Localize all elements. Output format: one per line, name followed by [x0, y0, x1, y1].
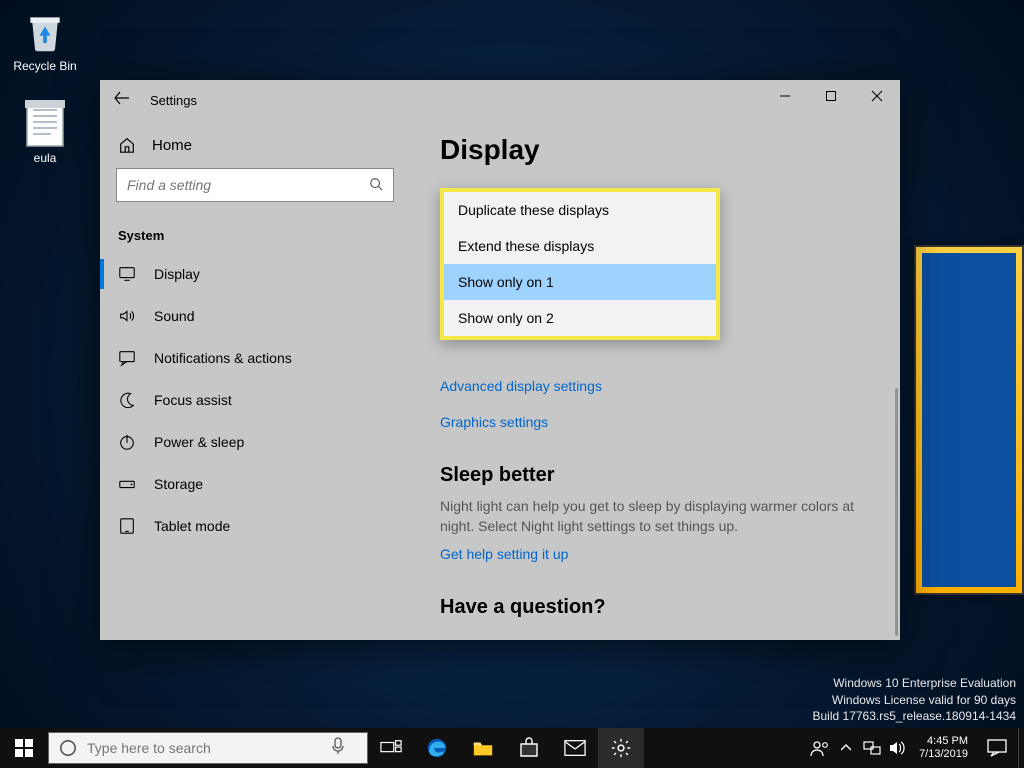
edge-icon	[426, 737, 448, 759]
settings-window: Settings Home System	[100, 80, 900, 640]
taskbar: 4:45 PM 7/13/2019	[0, 728, 1024, 768]
search-icon	[369, 177, 383, 194]
desktop-icon-eula[interactable]: eula	[10, 100, 80, 165]
show-desktop-button[interactable]	[1018, 728, 1024, 768]
sidebar-item-label: Storage	[154, 476, 203, 492]
home-icon	[118, 136, 136, 154]
window-titlebar: Settings	[100, 80, 900, 120]
background-monitor-peek	[914, 245, 1024, 595]
window-minimize-button[interactable]	[762, 80, 808, 112]
power-icon	[118, 433, 136, 451]
windows-logo-icon	[15, 739, 33, 757]
sidebar-item-label: Notifications & actions	[154, 350, 292, 366]
system-tray: 4:45 PM 7/13/2019	[807, 728, 1024, 768]
folder-icon	[472, 737, 494, 759]
sidebar-item-notifications[interactable]: Notifications & actions	[100, 337, 410, 379]
settings-search-box[interactable]	[116, 168, 394, 202]
settings-search-input[interactable]	[127, 177, 369, 193]
section-body-sleep-better: Night light can help you get to sleep by…	[440, 497, 860, 536]
sidebar-item-label: Tablet mode	[154, 518, 230, 534]
section-heading-sleep-better: Sleep better	[440, 464, 870, 487]
sidebar-item-label: Sound	[154, 308, 194, 324]
clock-time: 4:45 PM	[919, 735, 968, 748]
dropdown-option-show-only-1[interactable]: Show only on 1	[444, 264, 716, 300]
settings-main-panel: Display Duplicate these displays Extend …	[410, 120, 900, 640]
tray-overflow-button[interactable]	[833, 728, 859, 768]
moon-icon	[118, 391, 136, 409]
back-button[interactable]	[100, 90, 144, 111]
speaker-icon	[118, 307, 136, 325]
sidebar-item-focus-assist[interactable]: Focus assist	[100, 379, 410, 421]
desktop-icon-label: Recycle Bin	[10, 59, 80, 73]
dropdown-option-extend[interactable]: Extend these displays	[444, 228, 716, 264]
desktop-icon-recycle-bin[interactable]: Recycle Bin	[10, 8, 80, 73]
mic-icon[interactable]	[329, 737, 357, 760]
action-center-button[interactable]	[976, 728, 1018, 768]
window-close-button[interactable]	[854, 80, 900, 112]
tray-network-icon[interactable]	[859, 728, 885, 768]
text-file-icon	[21, 100, 69, 148]
watermark-line: Windows 10 Enterprise Evaluation	[813, 675, 1017, 691]
taskbar-app-edge[interactable]	[414, 728, 460, 768]
sidebar-item-label: Display	[154, 266, 200, 282]
taskbar-app-file-explorer[interactable]	[460, 728, 506, 768]
tray-volume-icon[interactable]	[885, 728, 911, 768]
taskbar-clock[interactable]: 4:45 PM 7/13/2019	[911, 735, 976, 760]
sidebar-home-label: Home	[152, 137, 192, 154]
monitor-icon	[118, 265, 136, 283]
clock-date: 7/13/2019	[919, 748, 968, 761]
watermark-line: Build 17763.rs5_release.180914-1434	[813, 708, 1017, 724]
sidebar-home[interactable]: Home	[100, 128, 410, 168]
sidebar-item-display[interactable]: Display	[100, 253, 410, 295]
window-maximize-button[interactable]	[808, 80, 854, 112]
tablet-icon	[118, 517, 136, 535]
sidebar-item-power-sleep[interactable]: Power & sleep	[100, 421, 410, 463]
link-get-help-setting-it-up[interactable]: Get help setting it up	[440, 546, 870, 562]
drive-icon	[118, 475, 136, 493]
taskbar-search-input[interactable]	[87, 740, 323, 756]
sidebar-item-label: Power & sleep	[154, 434, 244, 450]
section-heading-have-a-question: Have a question?	[440, 596, 870, 619]
taskbar-search-box[interactable]	[48, 732, 368, 764]
link-graphics-settings[interactable]: Graphics settings	[440, 414, 870, 430]
taskbar-app-mail[interactable]	[552, 728, 598, 768]
watermark-line: Windows License valid for 90 days	[813, 692, 1017, 708]
page-title: Display	[440, 134, 870, 166]
chat-icon	[118, 349, 136, 367]
desktop-icon-label: eula	[10, 151, 80, 165]
recycle-bin-icon	[21, 8, 69, 56]
taskbar-app-store[interactable]	[506, 728, 552, 768]
sidebar-item-storage[interactable]: Storage	[100, 463, 410, 505]
window-title: Settings	[144, 93, 197, 108]
sidebar-category-label: System	[100, 210, 410, 253]
start-button[interactable]	[0, 728, 48, 768]
task-view-button[interactable]	[368, 728, 414, 768]
mail-icon	[564, 737, 586, 759]
cortana-icon	[59, 739, 77, 757]
store-icon	[518, 737, 540, 759]
gear-icon	[610, 737, 632, 759]
sidebar-item-label: Focus assist	[154, 392, 232, 408]
sidebar-item-tablet-mode[interactable]: Tablet mode	[100, 505, 410, 547]
multiple-displays-dropdown[interactable]: Duplicate these displays Extend these di…	[440, 188, 720, 340]
sidebar-item-sound[interactable]: Sound	[100, 295, 410, 337]
windows-evaluation-watermark: Windows 10 Enterprise Evaluation Windows…	[813, 675, 1017, 724]
taskbar-app-settings[interactable]	[598, 728, 644, 768]
settings-sidebar: Home System Display Sound	[100, 120, 410, 640]
dropdown-option-duplicate[interactable]: Duplicate these displays	[444, 192, 716, 228]
tray-people-icon[interactable]	[807, 728, 833, 768]
dropdown-option-show-only-2[interactable]: Show only on 2	[444, 300, 716, 336]
link-advanced-display-settings[interactable]: Advanced display settings	[440, 378, 870, 394]
scrollbar[interactable]	[895, 388, 898, 636]
